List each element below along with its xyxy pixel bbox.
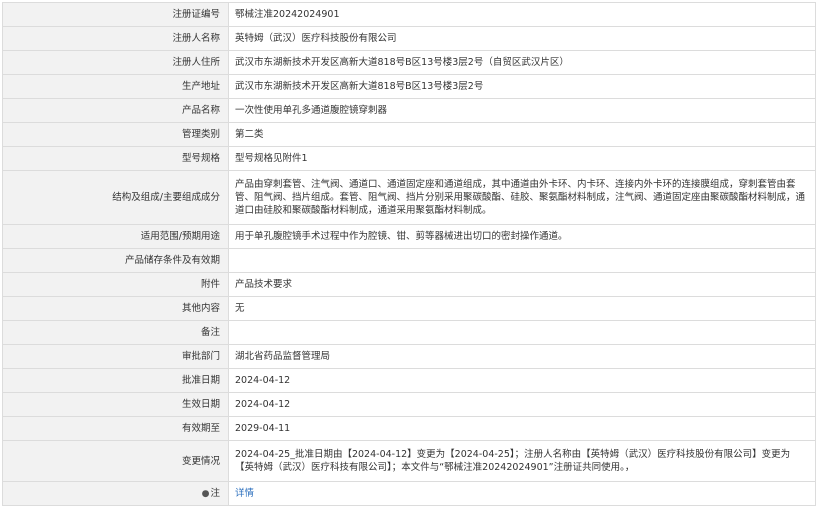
field-label: 产品名称 bbox=[2, 98, 229, 123]
field-label: 产品储存条件及有效期 bbox=[2, 248, 229, 273]
field-value: 2029-04-11 bbox=[228, 416, 816, 441]
row-approval-dept: 审批部门 湖北省药品监督管理局 bbox=[2, 344, 816, 369]
row-expiry-date: 有效期至 2029-04-11 bbox=[2, 416, 816, 441]
field-label: 注册证编号 bbox=[2, 2, 229, 27]
row-model-spec: 型号规格 型号规格见附件1 bbox=[2, 146, 816, 171]
field-value: 产品技术要求 bbox=[228, 272, 816, 297]
field-label: ●注 bbox=[2, 481, 229, 506]
field-label: 变更情况 bbox=[2, 440, 229, 482]
row-registrant-address: 注册人住所 武汉市东湖新技术开发区高新大道818号B区13号楼3层2号（自贸区武… bbox=[2, 50, 816, 75]
field-label: 有效期至 bbox=[2, 416, 229, 441]
field-value: 详情 bbox=[228, 481, 816, 506]
field-value: 2024-04-25_批准日期由【2024-04-12】变更为【2024-04-… bbox=[228, 440, 816, 482]
field-label: 备注 bbox=[2, 320, 229, 345]
field-value: 型号规格见附件1 bbox=[228, 146, 816, 171]
field-label: 审批部门 bbox=[2, 344, 229, 369]
details-link[interactable]: 详情 bbox=[235, 488, 254, 499]
field-label: 其他内容 bbox=[2, 296, 229, 321]
row-note: ●注 详情 bbox=[2, 481, 816, 506]
row-structure: 结构及组成/主要组成成分 产品由穿刺套管、注气阀、通道口、通道固定座和通道组成，… bbox=[2, 170, 816, 225]
field-value: 2024-04-12 bbox=[228, 392, 816, 417]
row-attachment: 附件 产品技术要求 bbox=[2, 272, 816, 297]
row-management-class: 管理类别 第二类 bbox=[2, 122, 816, 147]
field-value bbox=[228, 320, 816, 345]
row-approval-date: 批准日期 2024-04-12 bbox=[2, 368, 816, 393]
row-changes: 变更情况 2024-04-25_批准日期由【2024-04-12】变更为【202… bbox=[2, 440, 816, 482]
field-value: 武汉市东湖新技术开发区高新大道818号B区13号楼3层2号 bbox=[228, 74, 816, 99]
row-production-address: 生产地址 武汉市东湖新技术开发区高新大道818号B区13号楼3层2号 bbox=[2, 74, 816, 99]
field-label: 生产地址 bbox=[2, 74, 229, 99]
field-value: 湖北省药品监督管理局 bbox=[228, 344, 816, 369]
field-value: 无 bbox=[228, 296, 816, 321]
row-registration-number: 注册证编号 鄂械注准20242024901 bbox=[2, 2, 816, 27]
field-label: 型号规格 bbox=[2, 146, 229, 171]
field-value bbox=[228, 248, 816, 273]
field-label: 生效日期 bbox=[2, 392, 229, 417]
field-value: 产品由穿刺套管、注气阀、通道口、通道固定座和通道组成，其中通道由外卡环、内卡环、… bbox=[228, 170, 816, 225]
field-value: 第二类 bbox=[228, 122, 816, 147]
field-label: 注册人住所 bbox=[2, 50, 229, 75]
field-value: 武汉市东湖新技术开发区高新大道818号B区13号楼3层2号（自贸区武汉片区） bbox=[228, 50, 816, 75]
registration-table: 注册证编号 鄂械注准20242024901 注册人名称 英特姆（武汉）医疗科技股… bbox=[2, 2, 816, 506]
row-remarks: 备注 bbox=[2, 320, 816, 345]
field-value: 2024-04-12 bbox=[228, 368, 816, 393]
field-value: 一次性使用单孔多通道腹腔镜穿刺器 bbox=[228, 98, 816, 123]
row-intended-use: 适用范围/预期用途 用于单孔腹腔镜手术过程中作为腔镜、钳、剪等器械进出切口的密封… bbox=[2, 224, 816, 249]
field-label: 注册人名称 bbox=[2, 26, 229, 51]
row-effective-date: 生效日期 2024-04-12 bbox=[2, 392, 816, 417]
row-storage: 产品储存条件及有效期 bbox=[2, 248, 816, 273]
note-label: 注 bbox=[210, 487, 220, 499]
field-value: 英特姆（武汉）医疗科技股份有限公司 bbox=[228, 26, 816, 51]
row-product-name: 产品名称 一次性使用单孔多通道腹腔镜穿刺器 bbox=[2, 98, 816, 123]
field-label: 适用范围/预期用途 bbox=[2, 224, 229, 249]
pin-icon: ● bbox=[201, 488, 210, 499]
field-label: 批准日期 bbox=[2, 368, 229, 393]
field-label: 附件 bbox=[2, 272, 229, 297]
field-value: 鄂械注准20242024901 bbox=[228, 2, 816, 27]
field-value: 用于单孔腹腔镜手术过程中作为腔镜、钳、剪等器械进出切口的密封操作通道。 bbox=[228, 224, 816, 249]
field-label: 管理类别 bbox=[2, 122, 229, 147]
row-other: 其他内容 无 bbox=[2, 296, 816, 321]
row-registrant-name: 注册人名称 英特姆（武汉）医疗科技股份有限公司 bbox=[2, 26, 816, 51]
field-label: 结构及组成/主要组成成分 bbox=[2, 170, 229, 225]
